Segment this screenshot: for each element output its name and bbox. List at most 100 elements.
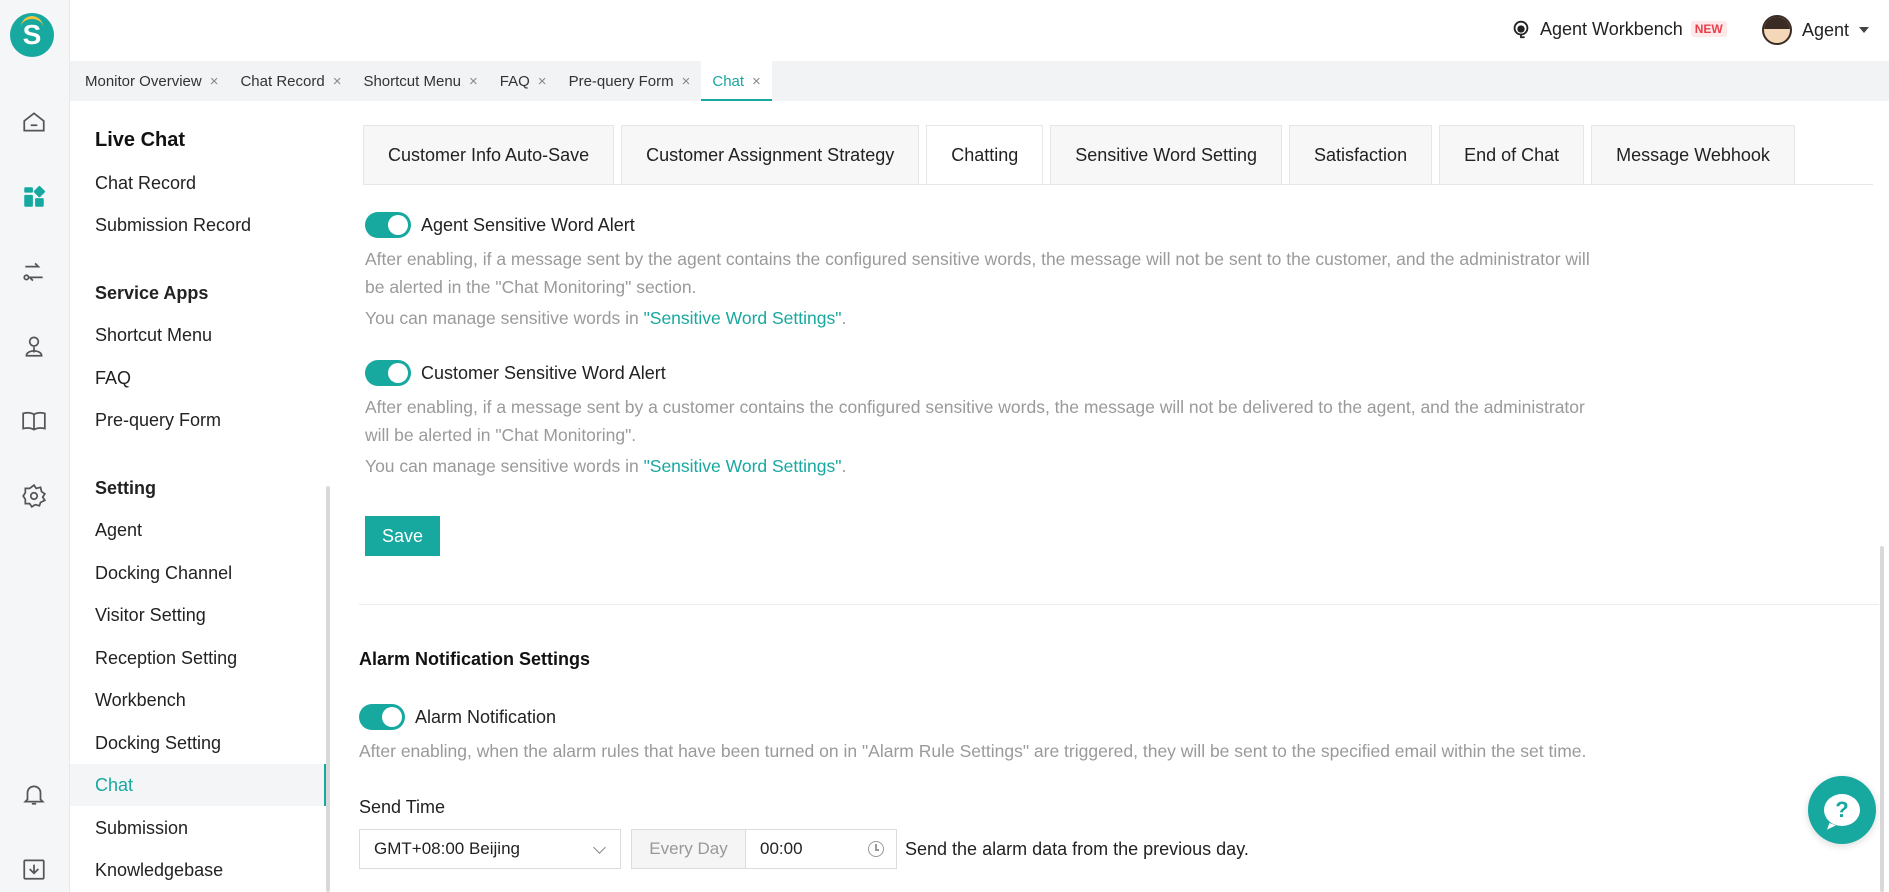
tab-label: Chat Record [240, 72, 325, 90]
agent-alert-manage-text: You can manage sensitive words in "Sensi… [365, 308, 846, 329]
caret-down-icon [1859, 27, 1870, 33]
menu-section-service-apps: Service Apps [95, 283, 209, 303]
subtab-chatting[interactable]: Chatting [926, 125, 1044, 185]
agent-alert-toggle[interactable] [365, 212, 411, 238]
app-logo[interactable]: S [10, 13, 54, 57]
close-icon[interactable]: × [538, 73, 547, 90]
agent-alert-description: After enabling, if a message sent by the… [365, 249, 1590, 297]
bell-icon[interactable] [20, 780, 48, 808]
close-icon[interactable]: × [469, 73, 478, 90]
menu-item-submission[interactable]: Submission [70, 807, 326, 849]
section-divider [359, 604, 1879, 605]
alarm-notification: Alarm Notification [359, 704, 556, 730]
tab-shortcut-menu[interactable]: Shortcut Menu × [352, 61, 488, 101]
manage-prefix: You can manage sensitive words in [365, 456, 644, 476]
frequency-field: Every Day [631, 829, 746, 869]
sensitive-word-settings-link[interactable]: "Sensitive Word Settings" [644, 308, 842, 328]
agent-workbench-link[interactable]: Agent Workbench NEW [1510, 18, 1727, 40]
alarm-section-title: Alarm Notification Settings [359, 649, 591, 669]
subtab-customer-info-auto-save[interactable]: Customer Info Auto-Save [363, 125, 615, 185]
menu-item-knowledgebase[interactable]: Knowledgebase [70, 849, 326, 891]
new-badge: NEW [1690, 21, 1727, 37]
customer-alert-manage-text: You can manage sensitive words in "Sensi… [365, 456, 846, 477]
subtab-sensitive-word-setting[interactable]: Sensitive Word Setting [1050, 125, 1283, 185]
timezone-value: GMT+08:00 Beijing [374, 839, 520, 858]
tab-chat-record[interactable]: Chat Record × [229, 61, 352, 101]
left-rail: S [0, 0, 70, 892]
workbench-label: Agent Workbench [1540, 18, 1683, 39]
close-icon[interactable]: × [333, 73, 342, 90]
menu-section-setting: Setting [95, 478, 156, 498]
user-menu[interactable]: Agent [1762, 15, 1870, 45]
chevron-down-icon [593, 841, 606, 854]
help-chat-button[interactable]: ? [1808, 776, 1876, 844]
customer-alert-label: Customer Sensitive Word Alert [421, 362, 666, 383]
time-picker[interactable]: 00:00 [745, 829, 897, 869]
tab-label: Pre-query Form [568, 72, 674, 90]
manage-suffix: . [841, 308, 847, 328]
menu-item-faq[interactable]: FAQ [70, 357, 326, 399]
subtab-customer-assignment-strategy[interactable]: Customer Assignment Strategy [621, 125, 920, 185]
top-bar: Agent Workbench NEW Agent [70, 0, 1889, 61]
menu-item-visitor-setting[interactable]: Visitor Setting [70, 594, 326, 636]
menu-item-chat[interactable]: Chat [70, 764, 326, 806]
tab-label: Monitor Overview [85, 72, 202, 90]
save-button[interactable]: Save [365, 516, 440, 556]
tab-pre-query-form[interactable]: Pre-query Form × [558, 61, 702, 101]
close-icon[interactable]: × [210, 73, 219, 90]
menu-item-submission-record[interactable]: Submission Record [70, 204, 326, 246]
avatar [1762, 15, 1792, 45]
manage-prefix: You can manage sensitive words in [365, 308, 644, 328]
sensitive-word-settings-link[interactable]: "Sensitive Word Settings" [644, 456, 842, 476]
menu-item-agent[interactable]: Agent [70, 509, 326, 551]
time-value: 00:00 [760, 839, 803, 858]
timezone-select[interactable]: GMT+08:00 Beijing [359, 829, 621, 869]
routing-icon[interactable] [20, 258, 48, 286]
dashboard-icon[interactable] [20, 183, 48, 211]
side-menu: Live Chat Chat Record Submission Record … [70, 101, 332, 892]
menu-item-chat-record[interactable]: Chat Record [70, 162, 326, 204]
alarm-description: After enabling, when the alarm rules tha… [359, 741, 1587, 761]
customer-alert-toggle[interactable] [365, 360, 411, 386]
agent-sensitive-word-alert: Agent Sensitive Word Alert [365, 212, 635, 238]
subtab-end-of-chat[interactable]: End of Chat [1439, 125, 1585, 185]
subtabs-divider [363, 184, 1873, 185]
user-name: Agent [1802, 19, 1850, 40]
menu-item-pre-query-form[interactable]: Pre-query Form [70, 399, 326, 441]
menu-item-reception-setting[interactable]: Reception Setting [70, 637, 326, 679]
home-icon[interactable] [20, 108, 48, 136]
alarm-notification-toggle[interactable] [359, 704, 405, 730]
menu-item-shortcut-menu[interactable]: Shortcut Menu [70, 314, 326, 356]
subtab-satisfaction[interactable]: Satisfaction [1289, 125, 1433, 185]
close-icon[interactable]: × [752, 73, 761, 90]
menu-item-workbench[interactable]: Workbench [70, 679, 326, 721]
send-time-hint: Send the alarm data from the previous da… [905, 839, 1249, 859]
book-icon[interactable] [20, 407, 48, 435]
tab-label: Chat [712, 72, 745, 90]
main-content: Customer Info Auto-Save Customer Assignm… [332, 101, 1889, 892]
page-tabs: Monitor Overview × Chat Record × Shortcut … [70, 61, 1889, 101]
tab-label: Shortcut Menu [363, 72, 462, 90]
customer-alert-description: After enabling, if a message sent by a c… [365, 397, 1585, 445]
download-icon[interactable] [20, 855, 48, 883]
send-time-label: Send Time [359, 797, 446, 817]
agent-icon[interactable] [20, 332, 48, 360]
alarm-notification-label: Alarm Notification [415, 706, 557, 727]
customer-sensitive-word-alert: Customer Sensitive Word Alert [365, 360, 666, 386]
tab-label: FAQ [499, 72, 530, 90]
clock-icon [868, 841, 884, 857]
tab-chat[interactable]: Chat × [701, 61, 773, 101]
help-icon: ? [1824, 794, 1860, 826]
subtab-message-webhook[interactable]: Message Webhook [1591, 125, 1795, 185]
content-scrollbar[interactable] [1880, 546, 1884, 892]
close-icon[interactable]: × [682, 73, 691, 90]
menu-title: Live Chat [95, 129, 186, 151]
tab-faq[interactable]: FAQ × [489, 61, 558, 101]
menu-scrollbar[interactable] [326, 486, 330, 892]
settings-icon[interactable] [20, 482, 48, 510]
menu-item-docking-channel[interactable]: Docking Channel [70, 552, 326, 594]
headset-icon [1513, 20, 1529, 39]
tab-monitor-overview[interactable]: Monitor Overview × [74, 61, 229, 101]
agent-alert-label: Agent Sensitive Word Alert [421, 214, 635, 235]
menu-item-docking-setting[interactable]: Docking Setting [70, 722, 326, 764]
